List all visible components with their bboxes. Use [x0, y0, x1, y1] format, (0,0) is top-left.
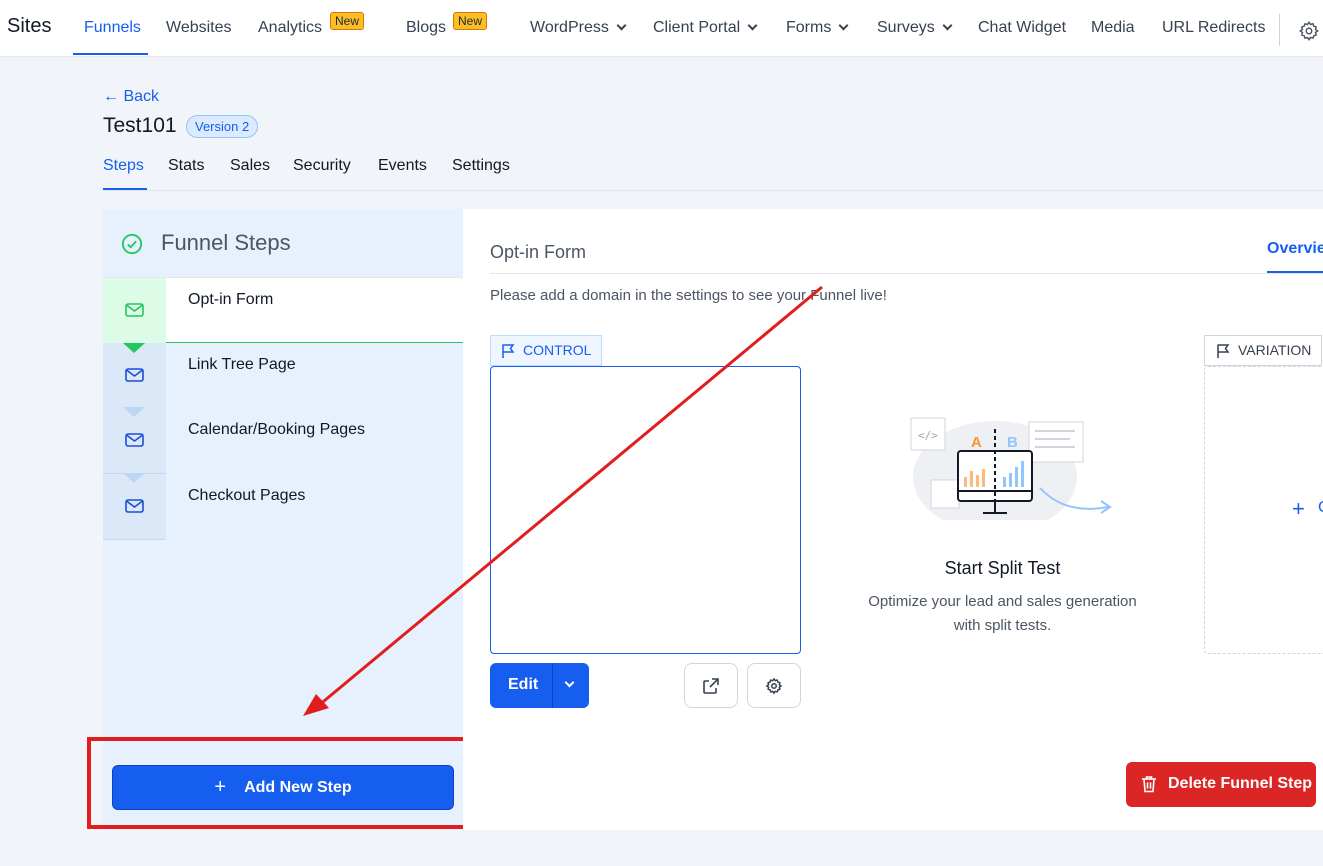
open-external-button[interactable] [684, 663, 738, 708]
step-item-link-tree-page[interactable]: Link Tree Page [103, 343, 463, 409]
delete-funnel-step-button[interactable]: Delete Funnel Step [1126, 762, 1316, 807]
step-icon-column [103, 474, 166, 540]
nav-active-underline [73, 53, 148, 55]
step-title: Opt-in Form [490, 242, 587, 262]
external-link-icon [703, 678, 719, 694]
create-variation-label[interactable]: C [1318, 499, 1323, 517]
nav-divider [1279, 14, 1280, 46]
split-test-title: Start Split Test [944, 558, 1061, 578]
delete-label: Delete Funnel Step [1168, 775, 1313, 792]
step-label: Calendar/Booking Pages [188, 421, 366, 438]
chevron-down-icon [942, 20, 953, 31]
flag-icon [502, 344, 515, 358]
nav-item-forms[interactable]: Forms [786, 19, 849, 37]
step-item-calendar-booking-pages[interactable]: Calendar/Booking Pages [103, 407, 463, 474]
mail-icon [125, 499, 144, 513]
nav-item-surveys[interactable]: Surveys [877, 19, 953, 37]
svg-text:</>: </> [918, 429, 938, 442]
control-page-preview[interactable] [490, 366, 801, 654]
variation-label: VARIATION [1238, 342, 1312, 358]
back-link[interactable]: ← Back [103, 88, 159, 106]
tab-steps[interactable]: Steps [103, 157, 144, 175]
new-badge: New [330, 12, 365, 30]
nav-item-label: Client Portal [653, 19, 741, 36]
version-badge[interactable]: Version 2 [186, 115, 259, 138]
edit-button[interactable]: Edit [490, 663, 589, 708]
variation-tag: VARIATION [1204, 335, 1323, 366]
control-label: CONTROL [523, 342, 592, 358]
nav-item-url-redirects[interactable]: URL Redirects [1162, 19, 1265, 37]
step-header-divider [490, 273, 1323, 274]
add-new-step-button[interactable]: + Add New Step [112, 765, 454, 810]
step-label: Checkout Pages [188, 487, 306, 504]
plus-icon: + [214, 776, 227, 798]
tab-active-underline [1267, 271, 1323, 273]
plus-icon[interactable]: + [1292, 496, 1305, 522]
tab-sales[interactable]: Sales [230, 157, 270, 175]
variation-placeholder[interactable] [1204, 366, 1323, 654]
nav-item-analytics[interactable]: Analytics [258, 19, 322, 37]
button-divider [552, 663, 553, 708]
nav-item-media[interactable]: Media [1091, 19, 1135, 37]
new-badge: New [453, 12, 488, 30]
variant-a-label: A [971, 434, 982, 451]
edit-label: Edit [508, 676, 539, 693]
nav-item-websites[interactable]: Websites [166, 19, 232, 37]
nav-item-wordpress[interactable]: WordPress [530, 19, 627, 37]
control-tag: CONTROL [490, 335, 603, 366]
step-connector-icon [123, 343, 145, 353]
flag-icon [1217, 344, 1230, 358]
nav-item-funnels[interactable]: Funnels [84, 19, 141, 37]
trash-icon [1142, 776, 1156, 793]
nav-item-label: WordPress [530, 19, 609, 36]
mail-icon [125, 368, 144, 382]
tab-security[interactable]: Security [293, 157, 351, 175]
step-connector-icon [123, 473, 145, 483]
tab-stats[interactable]: Stats [168, 157, 204, 175]
nav-item-blogs[interactable]: Blogs [406, 19, 446, 37]
split-test-illustration: </> A B [910, 417, 1112, 520]
top-navigation: Sites Funnels Websites Analytics New Blo… [0, 0, 1323, 57]
chevron-down-icon[interactable] [564, 677, 575, 688]
domain-notice: Please add a domain in the settings to s… [490, 287, 887, 304]
tabs-divider [103, 190, 1323, 191]
chevron-down-icon [747, 20, 758, 31]
step-label: Opt-in Form [188, 291, 274, 308]
nav-item-label: Surveys [877, 19, 935, 36]
tab-overview[interactable]: Overview [1267, 240, 1323, 258]
mail-icon [125, 433, 144, 447]
variant-b-label: B [1007, 434, 1018, 451]
step-icon-column [103, 278, 166, 344]
add-new-step-label: Add New Step [244, 778, 352, 796]
chevron-down-icon [838, 20, 849, 31]
step-icon-column [103, 408, 166, 474]
step-settings-button[interactable] [747, 663, 801, 708]
tab-settings[interactable]: Settings [452, 157, 510, 175]
tab-events[interactable]: Events [378, 157, 427, 175]
nav-item-client-portal[interactable]: Client Portal [653, 19, 758, 37]
funnel-steps-header: Funnel Steps [103, 209, 463, 277]
nav-item-label: Forms [786, 19, 832, 36]
step-item-checkout-pages[interactable]: Checkout Pages [103, 473, 463, 540]
step-item-opt-in-form[interactable]: Opt-in Form [103, 277, 463, 353]
chevron-down-icon [616, 20, 627, 31]
step-label: Link Tree Page [188, 356, 296, 373]
gear-icon[interactable] [1298, 20, 1320, 42]
funnel-steps-title: Funnel Steps [161, 230, 291, 255]
mail-icon [125, 303, 144, 317]
nav-item-chat-widget[interactable]: Chat Widget [978, 19, 1066, 37]
gear-icon [765, 677, 783, 695]
page-title: Test101 [103, 114, 177, 137]
check-circle-icon [121, 233, 143, 255]
app-title: Sites [7, 15, 52, 37]
step-connector-icon [123, 407, 145, 417]
split-test-description: Optimize your lead and sales generation … [868, 593, 1137, 634]
